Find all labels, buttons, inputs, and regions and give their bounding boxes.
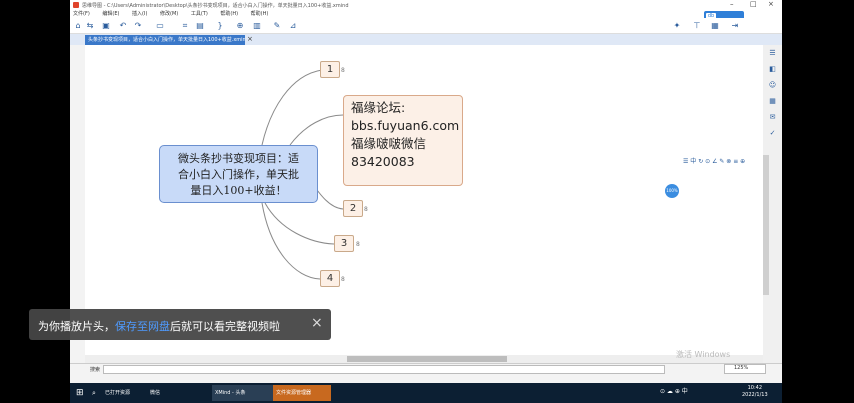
- taskbar-item-explorer[interactable]: 文件资源管理器: [273, 385, 331, 401]
- note-line-4: 83420083: [351, 154, 415, 169]
- zoom-indicator-dot[interactable]: 100%: [665, 184, 679, 198]
- taskbar-item-1[interactable]: 已打开资源: [105, 385, 145, 401]
- toast-message: 为你播放片头，保存至网盘后就可以看完整视频啦: [38, 318, 280, 334]
- search-icon[interactable]: ⌕: [92, 385, 96, 401]
- taskbar-clock[interactable]: 10:42 2022/1/13: [742, 385, 768, 399]
- save-to-netdisk-link[interactable]: 保存至网盘: [115, 320, 170, 333]
- clock-time: 10:42: [747, 385, 763, 391]
- taskbar-item-wechat[interactable]: 微信: [150, 385, 190, 401]
- note-topic[interactable]: 福缘论坛: bbs.fuyuan6.com 福缘啵啵微信 83420083: [343, 95, 463, 186]
- start-icon[interactable]: ⊞: [76, 385, 84, 401]
- connector-4: [261, 202, 321, 280]
- activate-windows-watermark: 激活 Windows: [676, 350, 731, 359]
- floating-toolbar[interactable]: ☰ 中 ↻ ⊙ ∠ ✎ ⊗ ≡ ⊕: [683, 156, 745, 165]
- branch-topic-2[interactable]: 2: [343, 200, 363, 217]
- branch-topic-4[interactable]: 4: [320, 270, 340, 287]
- note-line-2: bbs.fuyuan6.com: [351, 118, 460, 133]
- collapse-marker-2[interactable]: 8: [364, 206, 368, 213]
- connector-1: [261, 69, 323, 146]
- central-line-2: 合小白入门操作，单天批: [178, 168, 299, 181]
- system-tray[interactable]: ⊙ ☁ ⊕ 中: [660, 386, 688, 395]
- toast-prefix: 为你播放片头，: [38, 320, 115, 333]
- connector-3: [264, 202, 335, 245]
- central-line-3: 量日入100+收益！: [190, 184, 287, 197]
- collapse-marker-1[interactable]: 8: [341, 67, 345, 74]
- toast-suffix: 后就可以看完整视频啦: [170, 320, 280, 333]
- taskbar-item-xmind[interactable]: XMind - 头条: [212, 385, 273, 401]
- collapse-marker-4[interactable]: 8: [341, 276, 345, 283]
- central-topic[interactable]: 微头条抄书变现项目：适 合小白入门操作，单天批 量日入100+收益！: [159, 145, 318, 203]
- taskbar: ⊞ ⌕ 已打开资源 微信 XMind - 头条 文件资源管理器 ⊙ ☁ ⊕ 中 …: [70, 383, 782, 403]
- mindmap-connectors: [261, 69, 344, 280]
- note-line-3: 福缘啵啵微信: [351, 136, 427, 151]
- video-toast: 为你播放片头，保存至网盘后就可以看完整视频啦 ×: [29, 309, 331, 340]
- close-icon[interactable]: ×: [311, 315, 323, 331]
- branch-topic-3[interactable]: 3: [334, 235, 354, 252]
- note-line-1: 福缘论坛:: [351, 100, 406, 115]
- connector-note: [289, 114, 344, 146]
- branch-topic-1[interactable]: 1: [320, 61, 340, 78]
- collapse-marker-3[interactable]: 8: [356, 241, 360, 248]
- central-line-1: 微头条抄书变现项目：适: [178, 152, 299, 165]
- clock-date: 2022/1/13: [742, 392, 768, 398]
